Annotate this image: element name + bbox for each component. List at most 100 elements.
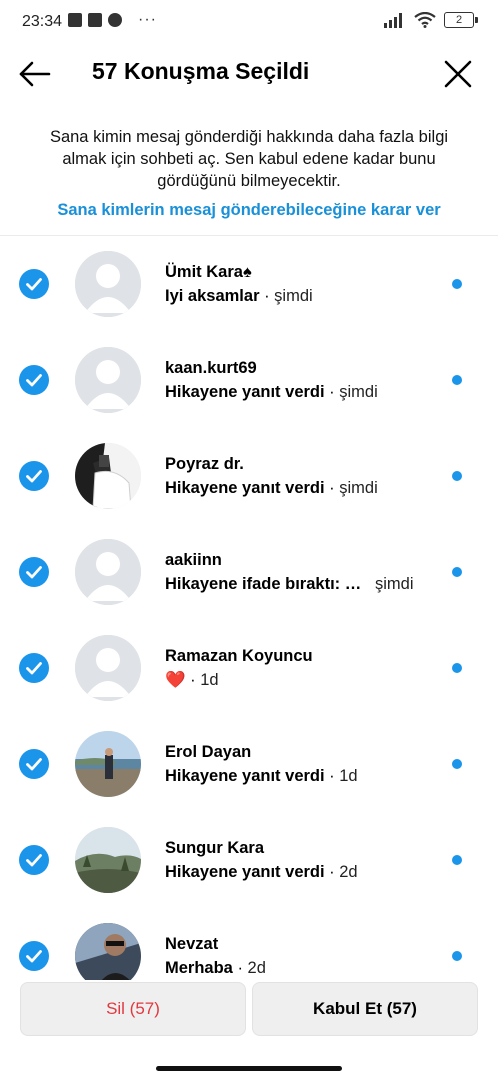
- conversation-name: Erol Dayan: [165, 743, 252, 761]
- wifi-icon: [414, 12, 436, 28]
- close-button[interactable]: [440, 56, 476, 92]
- back-button[interactable]: [16, 56, 56, 92]
- page-title: 57 Konuşma Seçildi: [92, 58, 310, 84]
- avatar[interactable]: [75, 923, 141, 980]
- message-time: şimdi: [339, 383, 378, 401]
- checkmark-icon: [26, 278, 42, 291]
- photo-person-sunglasses-icon: [75, 923, 141, 980]
- status-bar: 23:34 ··· 2: [0, 0, 498, 44]
- avatar[interactable]: [75, 347, 141, 413]
- request-info: Sana kimin mesaj gönderdiği hakkında dah…: [30, 126, 468, 220]
- unread-dot: [452, 375, 462, 385]
- photo-person-white-shirt-icon: [75, 443, 141, 509]
- conversation-name: Nevzat: [165, 935, 219, 953]
- last-message: Hikayene ifade bıraktı: …: [165, 575, 362, 593]
- photo-landscape-hills-icon: [75, 827, 141, 893]
- avatar[interactable]: [75, 539, 141, 605]
- avatar[interactable]: [75, 731, 141, 797]
- conversation-preview: Hikayene yanıt verdi · şimdi: [165, 383, 378, 402]
- status-right: 2: [384, 12, 478, 28]
- avatar[interactable]: [75, 251, 141, 317]
- battery-icon: 2: [444, 12, 478, 28]
- checkmark-icon: [26, 470, 42, 483]
- conversation-row[interactable]: kaan.kurt69 Hikayene yanıt verdi · şimdi: [0, 332, 498, 428]
- checkmark-icon: [26, 854, 42, 867]
- last-message: Hikayene yanıt verdi: [165, 863, 325, 881]
- default-avatar-icon: [75, 635, 141, 701]
- message-time: şimdi: [339, 479, 378, 497]
- gallery-icon: [88, 13, 102, 27]
- battery-saver-icon: [68, 13, 82, 27]
- last-message: Hikayene yanıt verdi: [165, 767, 325, 785]
- default-avatar-icon: [75, 251, 141, 317]
- selected-check[interactable]: [19, 845, 49, 875]
- selected-check[interactable]: [19, 653, 49, 683]
- conversation-preview: Iyi aksamlar · şimdi: [165, 287, 313, 306]
- status-time: 23:34: [22, 13, 63, 30]
- last-message: ❤️: [165, 671, 186, 689]
- signal-icon: [384, 13, 402, 28]
- unread-dot: [452, 567, 462, 577]
- unread-dot: [452, 759, 462, 769]
- unread-dot: [452, 471, 462, 481]
- checkmark-icon: [26, 950, 42, 963]
- home-indicator[interactable]: [156, 1066, 342, 1071]
- separator: ·: [185, 671, 201, 689]
- selected-check[interactable]: [19, 557, 49, 587]
- conversation-row[interactable]: Nevzat Merhaba · 2d: [0, 908, 498, 980]
- more-notifications-icon: ···: [138, 11, 157, 28]
- header: 57 Konuşma Seçildi: [0, 44, 498, 104]
- conversation-preview: Merhaba · 2d: [165, 959, 266, 978]
- default-avatar-icon: [75, 347, 141, 413]
- close-icon: [444, 60, 472, 88]
- last-message: Hikayene yanıt verdi: [165, 383, 325, 401]
- selected-check[interactable]: [19, 365, 49, 395]
- conversation-name: Ramazan Koyuncu: [165, 647, 313, 665]
- delete-button[interactable]: Sil (57): [20, 982, 246, 1036]
- message-time: şimdi: [375, 575, 414, 593]
- conversation-name: Sungur Kara: [165, 839, 265, 857]
- conversation-name: kaan.kurt69: [165, 359, 257, 377]
- conversation-name: Poyraz dr.: [165, 455, 244, 473]
- conversation-name: Ümit Kara♠: [165, 263, 252, 281]
- separator: [361, 575, 375, 593]
- separator: ·: [232, 959, 248, 977]
- unread-dot: [452, 279, 462, 289]
- notification-icons: ···: [68, 11, 157, 28]
- conversation-row[interactable]: Ümit Kara♠ Iyi aksamlar · şimdi: [0, 236, 498, 332]
- conversation-row[interactable]: Sungur Kara Hikayene yanıt verdi · 2d: [0, 812, 498, 908]
- unread-dot: [452, 951, 462, 961]
- accept-button[interactable]: Kabul Et (57): [252, 982, 478, 1036]
- selected-check[interactable]: [19, 749, 49, 779]
- avatar[interactable]: [75, 443, 141, 509]
- conversation-list[interactable]: Ümit Kara♠ Iyi aksamlar · şimdi kaan.kurt6…: [0, 236, 498, 980]
- default-avatar-icon: [75, 539, 141, 605]
- message-controls-link[interactable]: Sana kimlerin mesaj gönderebileceğine ka…: [30, 201, 468, 220]
- request-info-text: Sana kimin mesaj gönderdiği hakkında dah…: [49, 128, 449, 190]
- last-message: Iyi aksamlar: [165, 287, 260, 305]
- message-time: şimdi: [274, 287, 313, 305]
- football-icon: [108, 13, 122, 27]
- avatar[interactable]: [75, 635, 141, 701]
- conversation-row[interactable]: Ramazan Koyuncu ❤️ · 1d: [0, 620, 498, 716]
- separator: ·: [324, 479, 340, 497]
- checkmark-icon: [26, 662, 42, 675]
- conversation-row[interactable]: Erol Dayan Hikayene yanıt verdi · 1d: [0, 716, 498, 812]
- selected-check[interactable]: [19, 941, 49, 971]
- avatar[interactable]: [75, 827, 141, 893]
- separator: ·: [259, 287, 275, 305]
- conversation-preview: ❤️ · 1d: [165, 671, 219, 690]
- separator: ·: [324, 383, 340, 401]
- last-message: Hikayene yanıt verdi: [165, 479, 325, 497]
- checkmark-icon: [26, 758, 42, 771]
- selected-check[interactable]: [19, 269, 49, 299]
- unread-dot: [452, 855, 462, 865]
- message-time: 2d: [339, 863, 358, 881]
- checkmark-icon: [26, 566, 42, 579]
- selected-check[interactable]: [19, 461, 49, 491]
- conversation-preview: Hikayene yanıt verdi · 2d: [165, 863, 358, 882]
- conversation-row[interactable]: aakiinn Hikayene ifade bıraktı: … şimdi: [0, 524, 498, 620]
- message-time: 1d: [200, 671, 219, 689]
- checkmark-icon: [26, 374, 42, 387]
- conversation-row[interactable]: Poyraz dr. Hikayene yanıt verdi · şimdi: [0, 428, 498, 524]
